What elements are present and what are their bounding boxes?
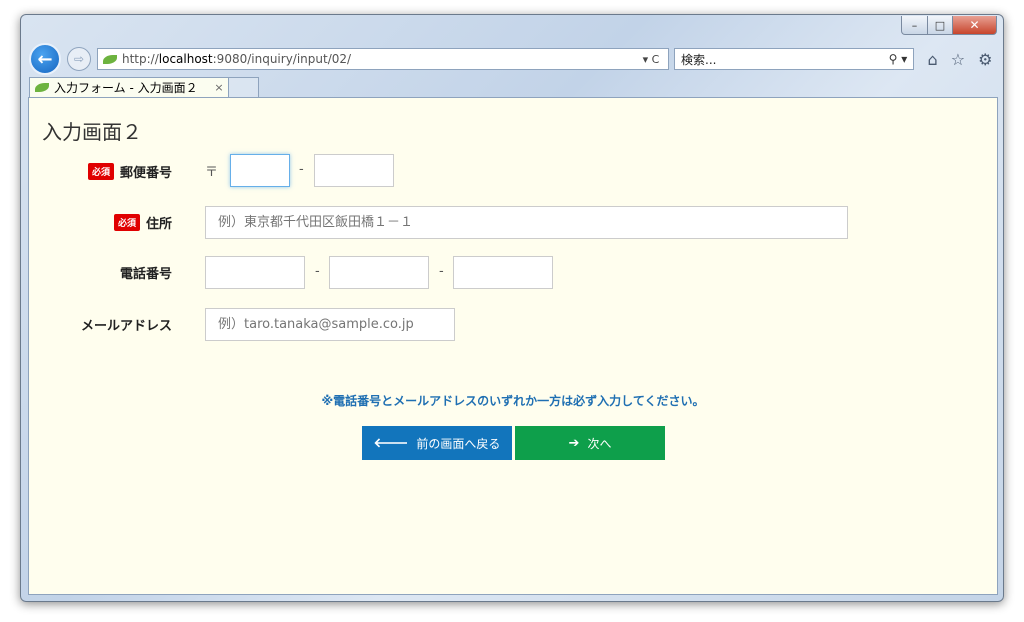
minimize-button[interactable]: – <box>901 16 928 35</box>
email-label: メールアドレス <box>81 315 172 334</box>
phone-separator-1: - <box>315 264 320 279</box>
new-tab-button[interactable] <box>229 77 259 97</box>
maximize-button[interactable]: □ <box>928 16 953 35</box>
phone-first-input[interactable] <box>205 256 305 289</box>
page-content: 入力画面２ 必須 郵便番号 〒 - 必須 住所 電話番号 - - メールアドレス <box>28 97 998 595</box>
back-button[interactable]: ← <box>29 43 61 75</box>
search-icon[interactable]: ⚲ ▾ <box>883 52 913 66</box>
maximize-icon: □ <box>934 18 946 32</box>
phone-separator-2: - <box>439 264 444 279</box>
refresh-icon[interactable]: ▾ C <box>634 53 668 66</box>
star-icon[interactable]: ☆ <box>951 50 965 69</box>
window-controls: – □ ✕ <box>901 16 997 35</box>
phone-third-input[interactable] <box>453 256 553 289</box>
close-icon: ✕ <box>969 18 980 32</box>
postal-code-second-input[interactable] <box>314 154 394 187</box>
address-label-text: 住所 <box>145 217 172 232</box>
email-input[interactable] <box>205 308 455 341</box>
site-favicon-icon <box>103 54 117 64</box>
gear-icon[interactable]: ⚙ <box>978 50 992 69</box>
arrow-right-icon: ⇨ <box>73 52 85 66</box>
address-input[interactable] <box>205 206 848 239</box>
postal-code-first-input[interactable] <box>230 154 290 187</box>
required-badge: 必須 <box>87 163 114 180</box>
page-title: 入力画面２ <box>42 120 142 144</box>
search-placeholder: 検索... <box>681 52 717 67</box>
browser-toolbar: ⌂ ☆ ⚙ <box>921 48 999 70</box>
address-bar[interactable]: http://localhost:9080/inquiry/input/02/ … <box>97 48 669 70</box>
arrow-right-icon: ➔ <box>568 435 580 451</box>
arrow-left-icon: ← <box>37 48 53 70</box>
browser-tab[interactable]: 入力フォーム - 入力画面２ × <box>29 77 229 97</box>
back-button-label: 前の画面へ戻る <box>416 436 501 451</box>
forward-button[interactable]: ⇨ <box>67 47 91 71</box>
browser-window: – □ ✕ ← ⇨ http://localhost:9080/inquiry/… <box>20 14 1004 602</box>
postal-label-text: 郵便番号 <box>119 166 172 181</box>
next-button-label: 次へ <box>587 436 612 451</box>
phone-label: 電話番号 <box>120 263 172 282</box>
notice-text: ※電話番号とメールアドレスのいずれか一方は必ず入力してください。 <box>321 394 705 408</box>
search-box[interactable]: 検索... ⚲ ▾ <box>674 48 914 70</box>
close-window-button[interactable]: ✕ <box>953 16 997 35</box>
phone-second-input[interactable] <box>329 256 429 289</box>
address-url: http://localhost:9080/inquiry/input/02/ <box>122 52 352 66</box>
email-label-text: メールアドレス <box>80 319 172 334</box>
arrow-left-icon: 🡐 <box>373 436 409 451</box>
home-icon[interactable]: ⌂ <box>928 50 938 69</box>
postal-mark: 〒 <box>205 165 219 180</box>
minimize-icon: – <box>911 18 918 32</box>
back-to-previous-button[interactable]: 🡐 前の画面へ戻る <box>362 426 512 460</box>
tab-close-icon[interactable]: × <box>210 81 228 94</box>
required-badge: 必須 <box>113 214 140 231</box>
next-button[interactable]: ➔ 次へ <box>515 426 665 460</box>
address-label: 必須 住所 <box>113 213 172 232</box>
tab-title: 入力フォーム - 入力画面２ <box>54 81 198 95</box>
postal-separator: - <box>299 162 304 177</box>
postal-label: 必須 郵便番号 <box>87 162 172 181</box>
phone-label-text: 電話番号 <box>119 267 172 282</box>
tab-favicon-icon <box>35 83 49 92</box>
